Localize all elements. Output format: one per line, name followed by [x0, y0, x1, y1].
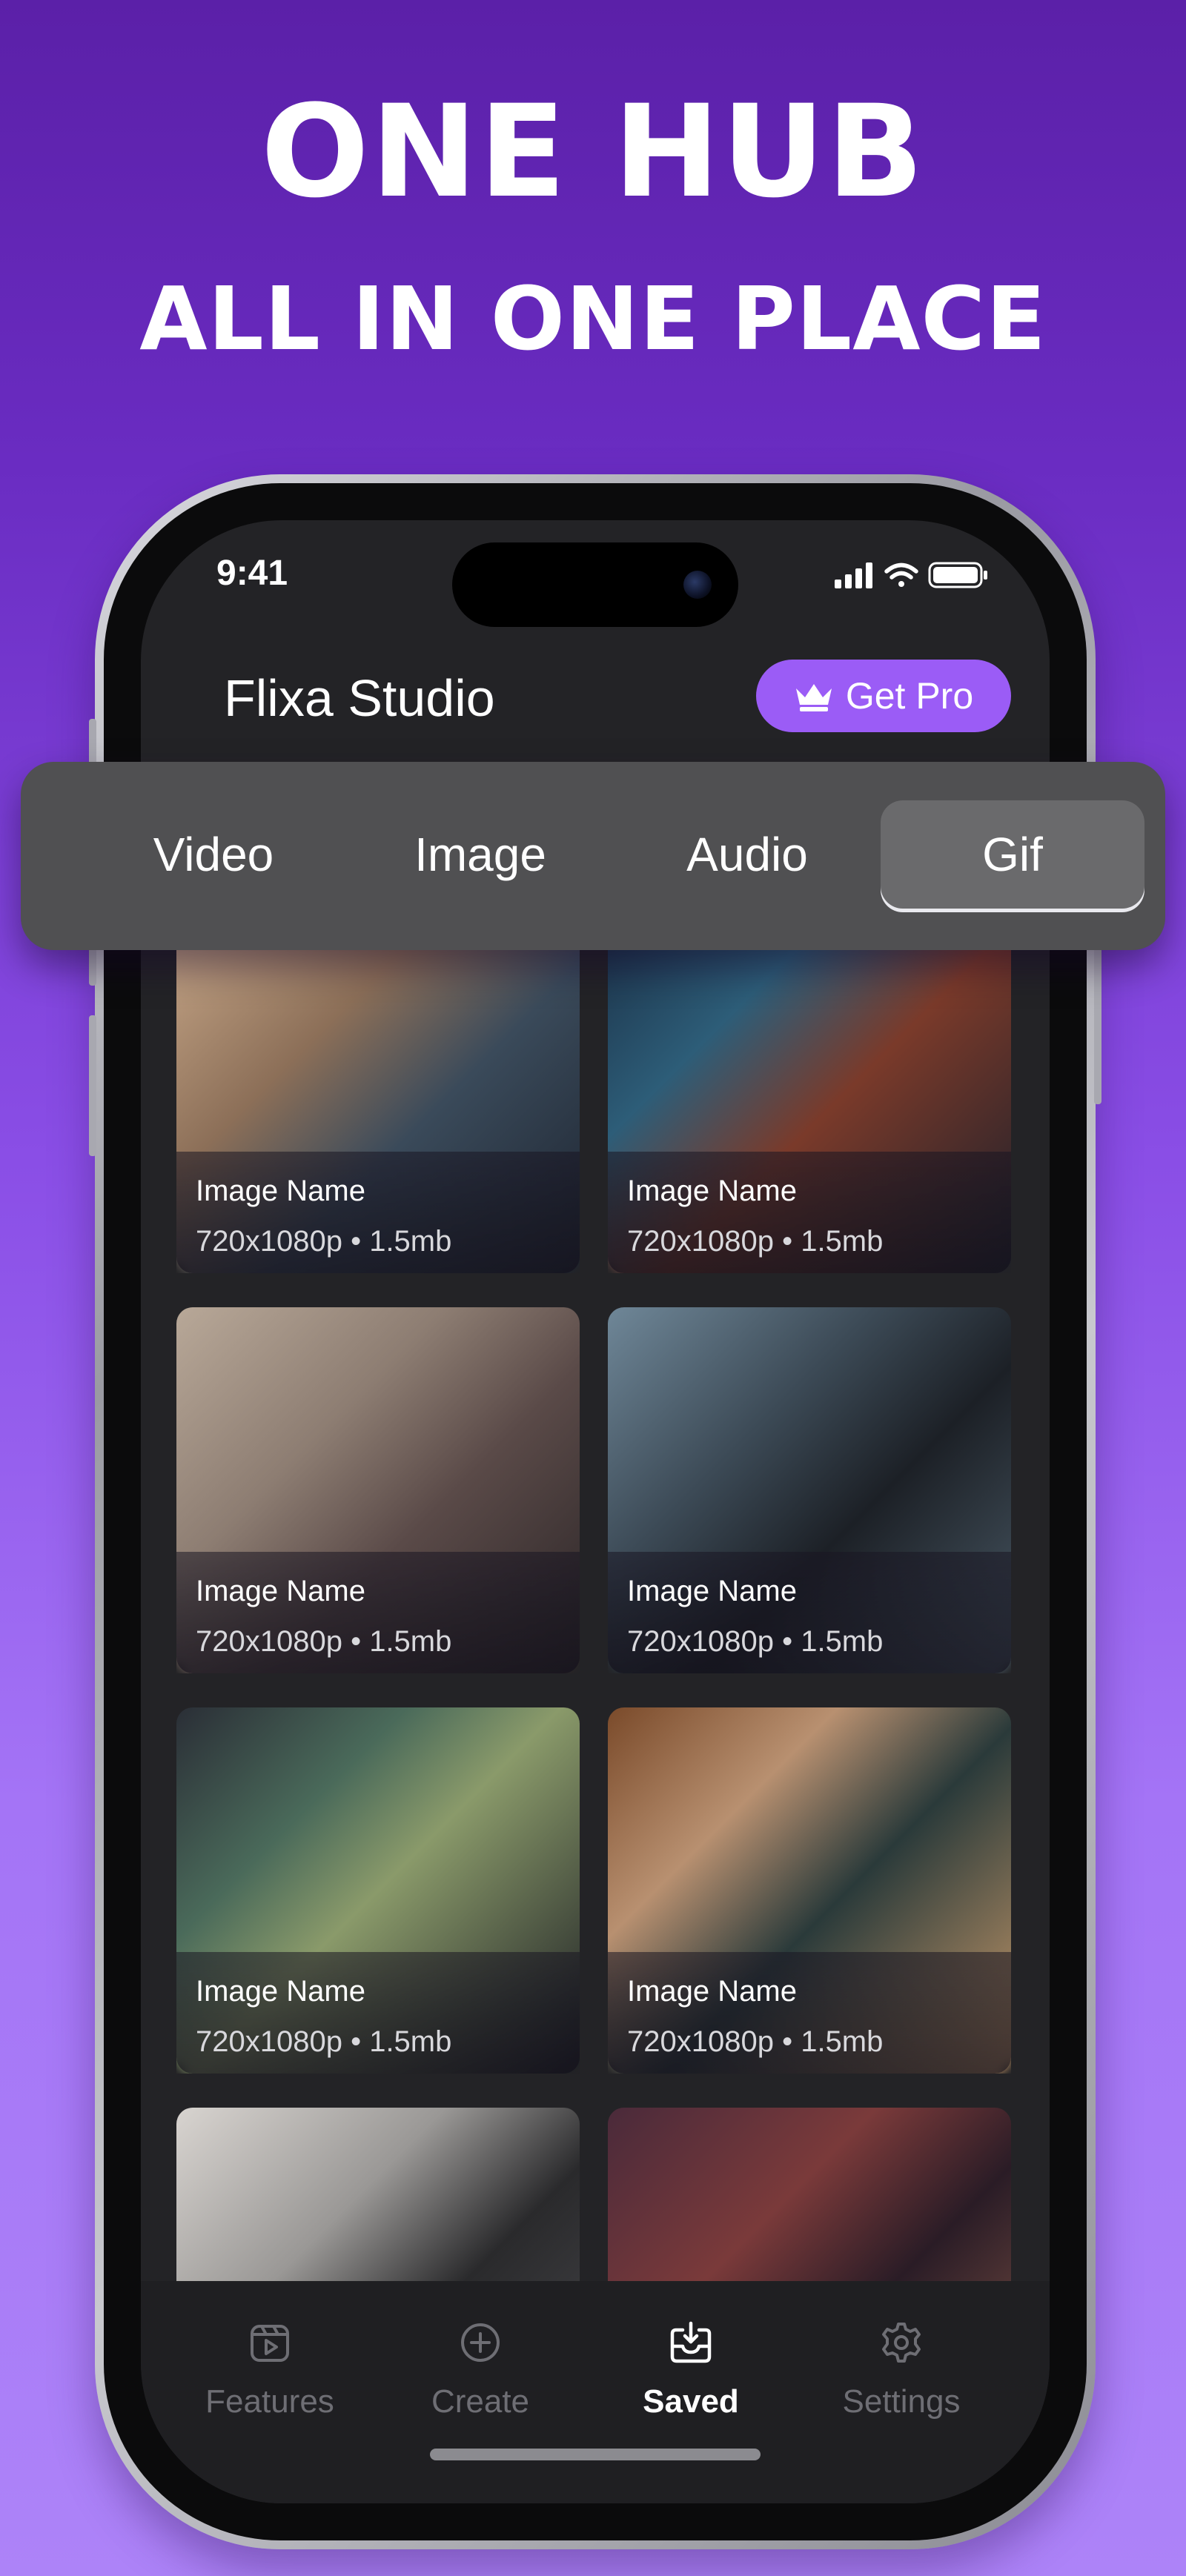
media-card[interactable]	[176, 2108, 580, 2284]
tab-label: Create	[431, 2383, 530, 2420]
headline-primary: ONE HUB	[260, 77, 926, 226]
headline-secondary: ALL IN ONE PLACE	[139, 268, 1047, 370]
download-tray-icon	[670, 2321, 712, 2363]
tab-label: Saved	[643, 2383, 739, 2420]
card-title: Image Name	[196, 1575, 365, 1607]
segment-gif[interactable]: Gif	[881, 800, 1144, 909]
gear-icon	[882, 2323, 921, 2363]
get-pro-button[interactable]: Get Pro	[756, 660, 1011, 732]
card-title: Image Name	[627, 1575, 797, 1607]
phone-side-button	[89, 1015, 96, 1156]
media-card[interactable]	[608, 2108, 1011, 2284]
card-title: Image Name	[196, 1175, 365, 1207]
card-title: Image Name	[196, 1975, 365, 2008]
card-title: Image Name	[627, 1975, 797, 2008]
card-meta: 720x1080p • 1.5mb	[627, 2025, 884, 2058]
cellular-signal-icon	[835, 562, 872, 588]
get-pro-label: Get Pro	[845, 675, 974, 717]
battery-icon	[928, 562, 987, 588]
app-title: Flixa Studio	[224, 669, 495, 727]
segment-video[interactable]: Video	[82, 800, 345, 909]
card-meta: 720x1080p • 1.5mb	[196, 1225, 452, 1258]
tab-saved[interactable]: Saved	[594, 2320, 787, 2420]
media-grid[interactable]: Image Name 720x1080p • 1.5mb Image Name …	[176, 907, 1014, 2284]
card-meta: 720x1080p • 1.5mb	[627, 1625, 884, 1658]
tab-label: Features	[205, 2383, 334, 2420]
media-thumbnail	[176, 2108, 580, 2284]
front-camera-icon	[683, 571, 712, 599]
media-thumbnail	[608, 2108, 1011, 2284]
tab-label: Settings	[842, 2383, 961, 2420]
wifi-icon	[884, 562, 918, 587]
tab-settings[interactable]: Settings	[805, 2320, 998, 2420]
card-meta: 720x1080p • 1.5mb	[196, 2025, 452, 2058]
media-card[interactable]: Image Name 720x1080p • 1.5mb	[608, 1307, 1011, 1673]
media-type-segmented-control: Video Image Audio Gif	[21, 762, 1165, 950]
card-meta: 720x1080p • 1.5mb	[196, 1625, 452, 1658]
card-meta: 720x1080p • 1.5mb	[627, 1225, 884, 1258]
crown-icon	[795, 684, 832, 711]
status-icons	[835, 562, 987, 588]
status-time: 9:41	[216, 554, 288, 593]
home-indicator[interactable]	[430, 2449, 761, 2460]
segment-audio[interactable]: Audio	[615, 800, 879, 909]
tab-features[interactable]: Features	[173, 2320, 366, 2420]
bottom-tab-bar: Features Create Saved Settings	[141, 2281, 1050, 2503]
video-frame-icon	[251, 2325, 289, 2362]
media-card[interactable]: Image Name 720x1080p • 1.5mb	[176, 1707, 580, 2074]
segment-image[interactable]: Image	[348, 800, 612, 909]
media-card[interactable]: Image Name 720x1080p • 1.5mb	[176, 1307, 580, 1673]
plus-circle-icon	[461, 2323, 500, 2362]
tab-create[interactable]: Create	[384, 2320, 577, 2420]
dynamic-island	[452, 542, 738, 627]
media-card[interactable]: Image Name 720x1080p • 1.5mb	[608, 1707, 1011, 2074]
card-title: Image Name	[627, 1175, 797, 1207]
media-card[interactable]: Image Name 720x1080p • 1.5mb	[608, 907, 1011, 1273]
media-card[interactable]: Image Name 720x1080p • 1.5mb	[176, 907, 580, 1273]
